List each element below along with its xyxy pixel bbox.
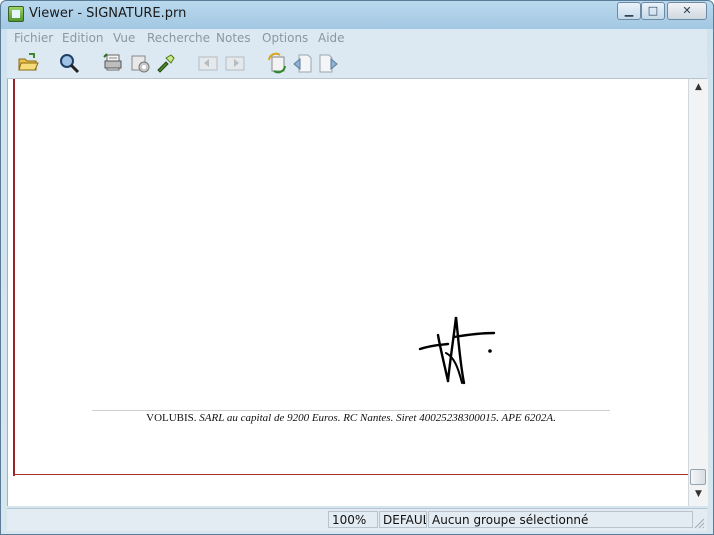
page-back-icon[interactable]: [292, 52, 314, 74]
menu-vue[interactable]: Vue: [113, 31, 135, 45]
scroll-down-button[interactable]: ▼: [689, 486, 708, 503]
page-left-border: [13, 79, 15, 476]
status-zoom: 100%: [328, 511, 378, 528]
page-footer: VOLUBIS. SARL au capital de 9200 Euros. …: [92, 412, 610, 424]
resize-grip-icon[interactable]: [693, 517, 705, 529]
page-bottom-border: [13, 474, 689, 475]
viewer-window: Viewer - SIGNATURE.prn ▁ □ ✕ Fichier Edi…: [0, 0, 714, 535]
status-group-code: DEFAUL': [379, 511, 427, 528]
next-page-icon[interactable]: [224, 52, 246, 74]
previous-page-icon[interactable]: [197, 52, 219, 74]
vertical-scrollbar[interactable]: ▲ ▼: [688, 79, 708, 506]
minimize-button[interactable]: ▁: [617, 2, 641, 20]
menu-edition[interactable]: Edition: [62, 31, 104, 45]
document-view[interactable]: VOLUBIS. SARL au capital de 9200 Euros. …: [7, 79, 689, 506]
flashlight-icon[interactable]: [154, 52, 176, 74]
print-pages-icon[interactable]: [102, 52, 124, 74]
menu-aide[interactable]: Aide: [318, 31, 345, 45]
menu-bar: Fichier Edition Vue Recherche Notes Opti…: [7, 29, 707, 48]
menu-fichier[interactable]: Fichier: [14, 31, 53, 45]
zoom-search-icon[interactable]: [58, 52, 80, 74]
footer-legal-info: SARL au capital de 9200 Euros. RC Nantes…: [199, 412, 556, 424]
window-title: Viewer - SIGNATURE.prn: [29, 6, 187, 21]
footer-rule: [92, 410, 610, 411]
menu-options[interactable]: Options: [262, 31, 308, 45]
refresh-icon[interactable]: [266, 52, 288, 74]
app-icon: [8, 6, 24, 22]
print-settings-icon[interactable]: [129, 52, 151, 74]
open-folder-icon[interactable]: [17, 52, 39, 74]
footer-company: VOLUBIS.: [146, 412, 200, 424]
status-group-message: Aucun groupe sélectionné: [428, 511, 693, 528]
maximize-button[interactable]: □: [641, 2, 665, 20]
title-bar[interactable]: Viewer - SIGNATURE.prn ▁ □ ✕: [1, 1, 713, 29]
page-forward-icon[interactable]: [317, 52, 339, 74]
menu-notes[interactable]: Notes: [216, 31, 251, 45]
menu-recherche[interactable]: Recherche: [147, 31, 210, 45]
scroll-up-button[interactable]: ▲: [689, 79, 708, 96]
toolbar: [7, 48, 707, 79]
scrollbar-thumb[interactable]: [690, 469, 706, 485]
handwritten-signature: [418, 311, 498, 390]
status-bar: 100% DEFAUL' Aucun groupe sélectionné: [7, 508, 707, 531]
close-button[interactable]: ✕: [667, 2, 707, 20]
